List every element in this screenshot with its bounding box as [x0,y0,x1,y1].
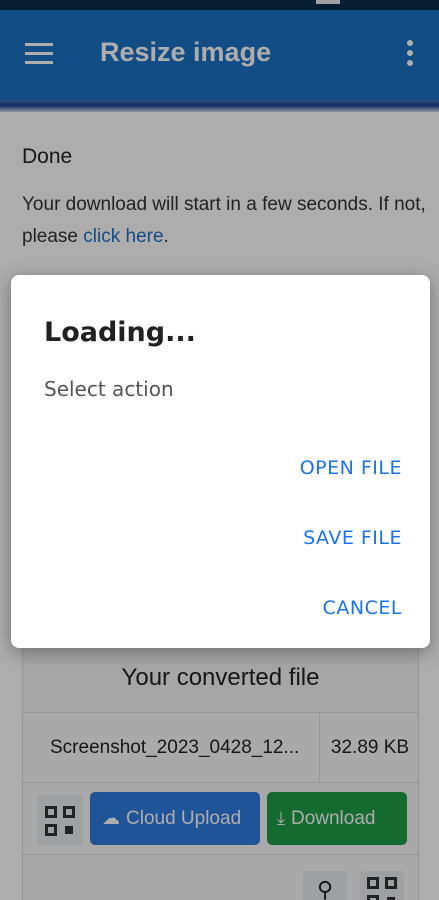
open-file-button[interactable]: OPEN FILE [300,457,402,479]
cancel-button[interactable]: CANCEL [323,597,402,619]
action-dialog: Loading... Select action OPEN FILE SAVE … [11,275,430,648]
dialog-message: Select action [44,377,174,401]
dialog-title: Loading... [44,317,196,348]
save-file-button[interactable]: SAVE FILE [303,527,402,549]
